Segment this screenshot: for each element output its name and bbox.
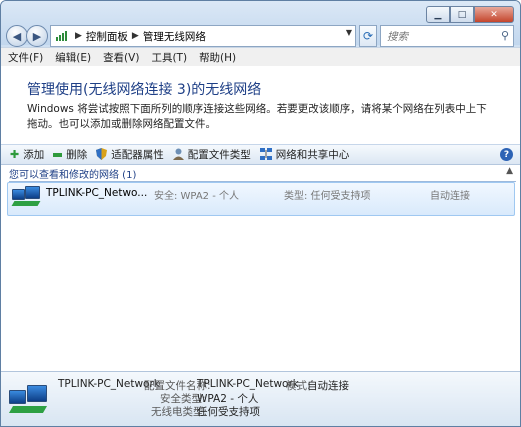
close-button[interactable]: ✕ <box>474 6 514 23</box>
breadcrumb-manage-wireless[interactable]: 管理无线网络 <box>143 29 206 44</box>
shield-icon <box>96 147 108 162</box>
network-group-header[interactable]: 您可以查看和修改的网络 (1) ▲ <box>9 166 516 182</box>
command-bar: ✚ 添加 删除 适配器属性 配置文件类型 网络和共享中心 ? <box>1 144 520 165</box>
wireless-network-icon <box>10 185 44 215</box>
title-bar: ▁ □ ✕ ◀ ▶ ▶ 控制面板 ▶ 管理无线网络 ▼ ⟳ ⚲ <box>1 1 520 47</box>
help-icon[interactable]: ? <box>500 148 513 161</box>
chevron-right-icon: ▶ <box>131 31 139 41</box>
back-arrow-icon: ◀ <box>12 29 22 43</box>
search-input[interactable] <box>385 27 499 47</box>
content-area: 管理使用(无线网络连接 3)的无线网络 Windows 将尝试按照下面所列的顺序… <box>1 66 520 371</box>
control-panel-icon <box>55 30 67 42</box>
user-icon <box>172 148 184 162</box>
menu-file[interactable]: 文件(F) <box>1 50 48 65</box>
profile-types-label: 配置文件类型 <box>187 149 251 161</box>
details-radio-value: 任何受支持项 <box>197 406 260 418</box>
adapter-properties-button[interactable]: 适配器属性 <box>96 147 164 162</box>
window: ▁ □ ✕ ◀ ▶ ▶ 控制面板 ▶ 管理无线网络 ▼ ⟳ ⚲ 文件(F) 编辑… <box>0 0 521 427</box>
remove-label: 删除 <box>66 149 88 161</box>
chevron-down-icon[interactable]: ▼ <box>346 28 352 37</box>
forward-arrow-icon: ▶ <box>32 29 42 43</box>
network-list-item[interactable]: TPLINK-PC_Netwo... 安全: WPA2 - 个人 类型: 任何受… <box>7 182 515 216</box>
menu-bar: 文件(F) 编辑(E) 查看(V) 工具(T) 帮助(H) <box>1 47 520 67</box>
details-mode-value: 自动连接 <box>307 380 349 392</box>
details-profile-value: TPLINK-PC_Network <box>197 378 299 390</box>
menu-help[interactable]: 帮助(H) <box>192 50 241 65</box>
remove-button[interactable]: 删除 <box>53 147 87 162</box>
address-bar[interactable]: ▶ 控制面板 ▶ 管理无线网络 ▼ <box>50 25 356 47</box>
group-title: 您可以查看和修改的网络 (1) <box>9 170 137 181</box>
network-security: 安全: WPA2 - 个人 <box>154 191 239 202</box>
adapter-properties-label: 适配器属性 <box>111 149 164 161</box>
page-title: 管理使用(无线网络连接 3)的无线网络 <box>27 82 262 98</box>
forward-button[interactable]: ▶ <box>26 25 48 47</box>
add-label: 添加 <box>23 149 45 161</box>
page-header: 管理使用(无线网络连接 3)的无线网络 Windows 将尝试按照下面所列的顺序… <box>1 66 520 144</box>
network-name: TPLINK-PC_Netwo... <box>46 187 148 199</box>
breadcrumb-control-panel[interactable]: 控制面板 <box>86 29 128 44</box>
collapse-icon[interactable]: ▲ <box>506 166 513 176</box>
network-mode: 自动连接 <box>430 191 470 202</box>
caption-buttons: ▁ □ ✕ <box>426 6 514 23</box>
network-center-label: 网络和共享中心 <box>275 149 350 161</box>
menu-view[interactable]: 查看(V) <box>96 50 144 65</box>
minimize-button[interactable]: ▁ <box>426 6 450 23</box>
refresh-button[interactable]: ⟳ <box>359 25 377 47</box>
minus-icon <box>53 152 63 157</box>
refresh-icon: ⟳ <box>362 29 374 43</box>
search-box: ⚲ <box>380 25 514 47</box>
page-description: Windows 将尝试按照下面所列的顺序连接这些网络。若要更改该顺序，请将某个网… <box>27 103 487 130</box>
add-button[interactable]: ✚ 添加 <box>10 147 44 162</box>
maximize-button[interactable]: □ <box>450 6 474 23</box>
menu-tools[interactable]: 工具(T) <box>144 50 192 65</box>
back-button[interactable]: ◀ <box>6 25 28 47</box>
wireless-network-large-icon <box>7 380 51 420</box>
chevron-right-icon: ▶ <box>75 31 82 41</box>
details-pane: TPLINK-PC_Network 配置文件名称: TPLINK-PC_Netw… <box>1 371 520 426</box>
network-icon <box>259 147 272 162</box>
menu-edit[interactable]: 编辑(E) <box>48 50 96 65</box>
network-type: 类型: 任何受支持项 <box>284 191 371 202</box>
search-icon[interactable]: ⚲ <box>501 29 509 42</box>
plus-icon: ✚ <box>10 148 20 161</box>
profile-types-button[interactable]: 配置文件类型 <box>172 147 251 162</box>
network-center-button[interactable]: 网络和共享中心 <box>259 147 350 162</box>
